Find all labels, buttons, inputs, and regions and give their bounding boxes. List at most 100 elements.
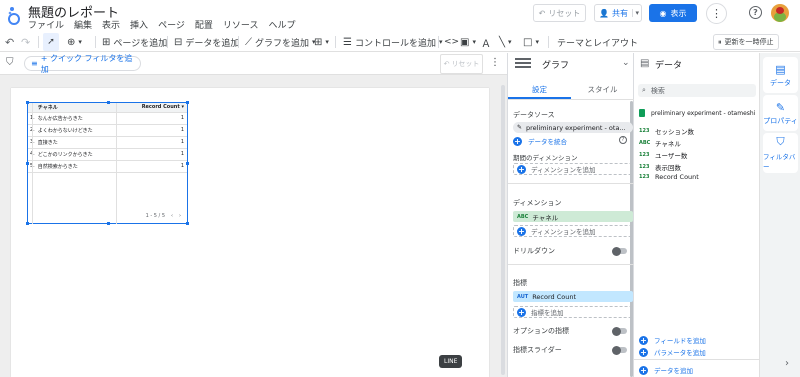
table-row[interactable]: 2.よくわからないけどきた1 (28, 124, 187, 136)
community-viz-button[interactable]: ⊞ ▾ (314, 33, 329, 51)
help-icon[interactable]: ? (619, 136, 627, 144)
filter-icon[interactable]: ⛉ (6, 57, 14, 68)
menu-arrange[interactable]: 配置 (195, 18, 213, 31)
table-row[interactable]: 4.どこかのリンクからきた1 (28, 148, 187, 160)
search-input[interactable]: ⌕ 検索 (638, 84, 756, 97)
view-button[interactable]: ◉ 表示 (649, 4, 697, 22)
theme-layout-button[interactable]: テーマとレイアウト (557, 33, 638, 51)
menu-insert[interactable]: 挿入 (130, 18, 148, 31)
rectangle-icon: □ (523, 36, 533, 48)
chevron-down-icon[interactable]: ⌄ (622, 58, 630, 68)
sidebar-item-data[interactable]: ▤ データ (763, 57, 798, 93)
chevron-right-icon[interactable]: › (785, 358, 789, 369)
tab-setup[interactable]: 設定 (508, 84, 571, 95)
help-icon[interactable]: ? (749, 6, 762, 19)
redo-icon[interactable]: ↷ (21, 33, 30, 51)
sheets-icon (639, 109, 645, 117)
menu-view[interactable]: 表示 (102, 18, 120, 31)
column-header-channel[interactable]: チャネル (35, 103, 115, 112)
datasource-label: データソース (513, 111, 555, 119)
more-vert-icon[interactable]: ⋮ (490, 57, 500, 68)
chevron-right-icon[interactable]: › (179, 213, 181, 219)
sidebar-item-filter-bar[interactable]: ⛉ フィルタバー (763, 133, 798, 173)
panel-scrollbar[interactable] (630, 101, 633, 377)
menu-edit[interactable]: 編集 (74, 18, 92, 31)
add-control-button[interactable]: ☰ コントロールを追加 ▾ (343, 33, 443, 51)
text-box-icon[interactable]: Ａ (481, 33, 491, 51)
add-metric-button[interactable]: + 指標を追加 (513, 306, 633, 318)
blend-data-button[interactable]: + データを統合 (513, 136, 567, 146)
field-item[interactable]: ABC チャネル (639, 138, 681, 148)
line-button[interactable]: ╲ ▾ (499, 33, 512, 51)
drilldown-toggle[interactable] (612, 246, 627, 256)
chevron-left-icon[interactable]: ‹ (171, 213, 173, 219)
add-field-button[interactable]: + フィールドを追加 (639, 335, 706, 345)
menu-page[interactable]: ページ (158, 18, 185, 31)
share-button[interactable]: 👤 共有 ▾ (594, 4, 642, 22)
right-sidebar: ▤ データ ✎ プロパティ ⛉ フィルタバー › (759, 53, 800, 377)
edit-pencil-icon: ✎ (775, 100, 786, 114)
add-data-button[interactable]: + データを追加 (639, 365, 693, 375)
add-person-icon: 👤 (599, 8, 609, 18)
reset-button[interactable]: ↶ リセット (533, 4, 586, 22)
add-dimension-button[interactable]: + ディメンションを追加 (513, 225, 633, 237)
chevron-down-icon: ▾ (508, 38, 512, 46)
field-item[interactable]: 123 ユーザー数 (639, 150, 687, 160)
resize-handle[interactable] (186, 222, 189, 225)
shape-button[interactable]: □ ▾ (523, 33, 539, 51)
looker-studio-logo-icon[interactable] (7, 5, 21, 27)
add-icon: + (639, 335, 648, 345)
resize-handle[interactable] (186, 101, 189, 104)
menu-resource[interactable]: リソース (223, 18, 259, 31)
resize-handle[interactable] (26, 101, 29, 104)
metric-chip[interactable]: AUT Record Count (513, 291, 633, 302)
select-tool-icon[interactable]: ➚ (43, 33, 59, 51)
filter-reset-button[interactable]: ↶ リセット (440, 54, 483, 74)
resize-handle[interactable] (107, 222, 110, 225)
add-data-button[interactable]: ⊟ データを追加 (174, 33, 239, 51)
field-item[interactable]: 123 表示回数 (639, 162, 681, 172)
quick-filter-button[interactable]: ≡ + クイック フィルタを追加 (24, 54, 141, 74)
sidebar-item-properties[interactable]: ✎ プロパティ (763, 95, 798, 131)
field-type-icon: 123 (639, 152, 650, 158)
pause-update-button[interactable]: ⏸ 更新を一時停止 (713, 34, 779, 50)
chevron-down-icon[interactable]: ▾ (632, 9, 639, 17)
scrollbar[interactable] (501, 85, 505, 375)
resize-handle[interactable] (26, 162, 29, 165)
menu-file[interactable]: ファイル (28, 18, 64, 31)
field-item[interactable]: 123 Record Count (639, 173, 699, 181)
menu-bar: ファイル 編集 表示 挿入 ページ 配置 リソース ヘルプ (28, 18, 295, 31)
table-row[interactable]: 3.直接きた1 (28, 136, 187, 148)
column-header-record-count[interactable]: Record Count ▾ (115, 103, 187, 112)
resize-handle[interactable] (107, 101, 110, 104)
chart-type-icon[interactable] (515, 58, 531, 70)
report-page[interactable]: チャネル Record Count ▾ 1.なんか広告からきた1 2.よくわから… (11, 88, 489, 377)
app-header: 無題のレポート ファイル 編集 表示 挿入 ページ 配置 リソース ヘルプ ↶ リ… (0, 0, 800, 33)
add-page-button[interactable]: ⊞ ページを追加 (102, 33, 167, 51)
zoom-button[interactable]: ⊕ ▾ (67, 33, 82, 51)
table-chart[interactable]: チャネル Record Count ▾ 1.なんか広告からきた1 2.よくわから… (26, 101, 189, 225)
undo-icon[interactable]: ↶ (5, 33, 14, 51)
datasource-item[interactable]: preliminary experiment - otameshi (639, 109, 755, 117)
resize-handle[interactable] (26, 222, 29, 225)
table-row[interactable]: 5.自然検索からきた1 (28, 160, 187, 172)
field-type-icon: 123 (639, 164, 650, 170)
image-button[interactable]: ▣ ▾ (460, 33, 476, 51)
table-row[interactable]: 1.なんか広告からきた1 (28, 112, 187, 124)
tab-style[interactable]: スタイル (571, 84, 634, 95)
optional-metrics-toggle[interactable] (612, 326, 627, 336)
add-icon: + (517, 307, 526, 317)
optional-metrics-label: オプションの指標 (513, 327, 569, 335)
dimension-chip[interactable]: ABC チャネル (513, 211, 633, 222)
add-period-dimension-button[interactable]: + ディメンションを追加 (513, 163, 633, 175)
metric-slider-toggle[interactable] (612, 345, 627, 355)
field-item[interactable]: 123 セッション数 (639, 126, 694, 136)
datasource-chip[interactable]: ✎ preliminary experiment - ota... (513, 122, 633, 133)
menu-help[interactable]: ヘルプ (268, 18, 295, 31)
resize-handle[interactable] (186, 162, 189, 165)
embed-code-icon[interactable]: <> (444, 33, 459, 51)
avatar[interactable] (771, 4, 789, 22)
add-chart-button[interactable]: ⟋ グラフを追加 ▾ (245, 33, 316, 51)
more-vert-icon[interactable]: ⋮ (706, 3, 727, 24)
add-parameter-button[interactable]: + パラメータを追加 (639, 347, 706, 357)
